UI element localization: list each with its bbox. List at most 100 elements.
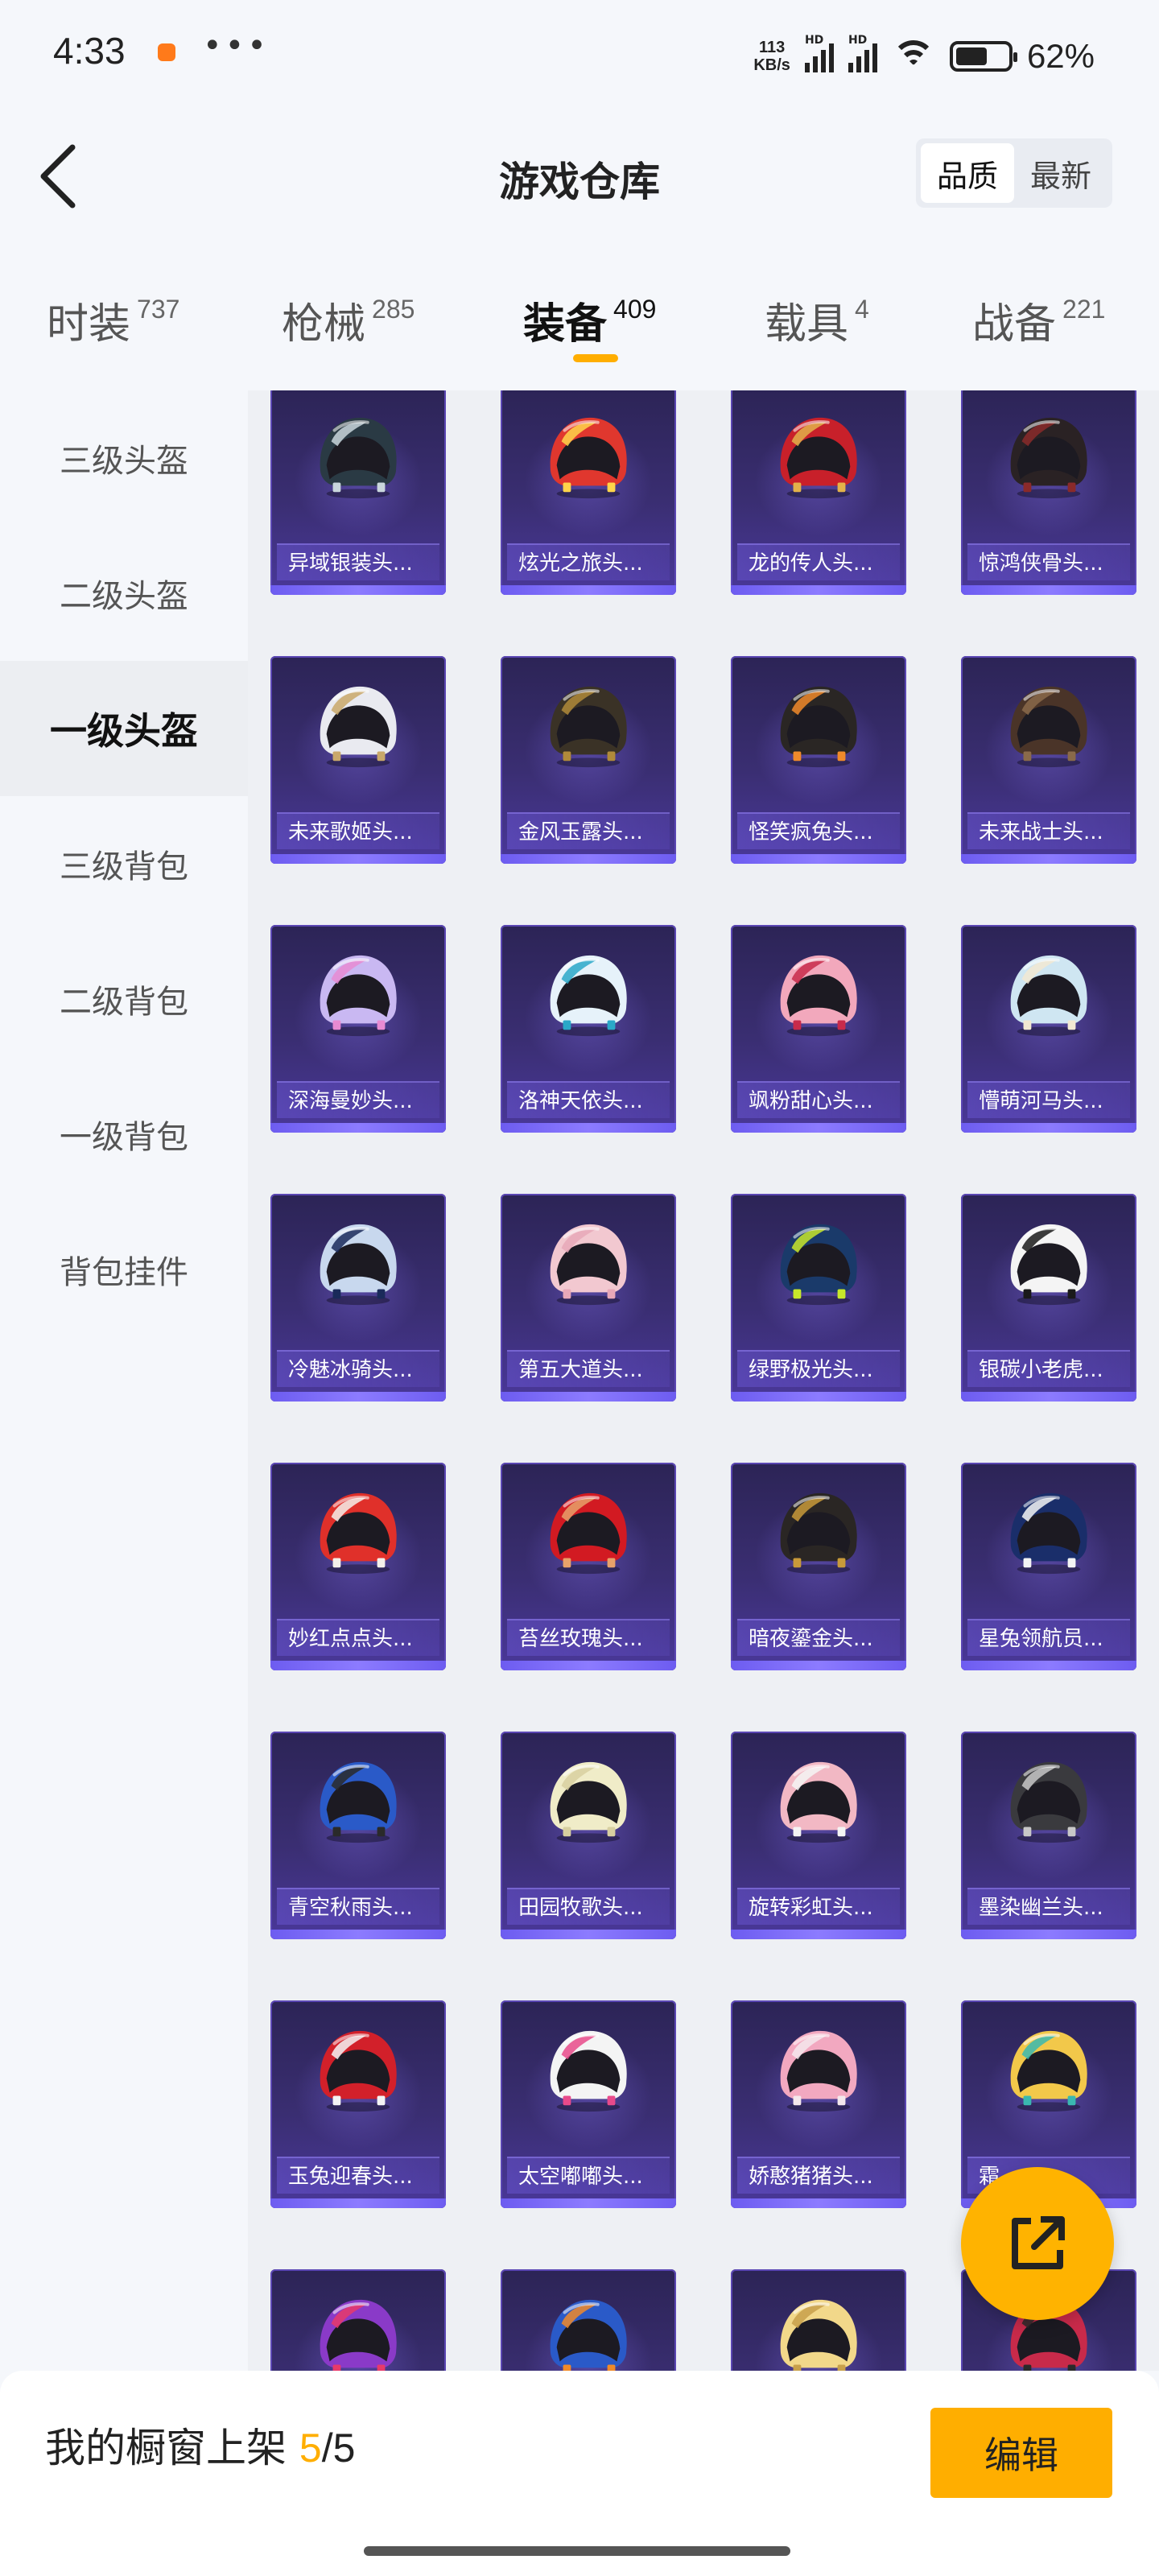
more-notifications-icon: ••• <box>203 27 270 64</box>
helmet-icon <box>780 1492 857 1575</box>
item-card[interactable]: 金风玉露头... <box>501 656 676 864</box>
sidebar-item-level1-backpack[interactable]: 一级背包 <box>0 1067 248 1202</box>
helmet-icon <box>550 2299 627 2371</box>
item-card[interactable]: 娇憨猪猪头... <box>731 2000 906 2208</box>
item-card[interactable]: 未来战士头... <box>961 656 1136 864</box>
tab-fashion[interactable]: 时装 737 <box>47 290 179 350</box>
shelf-separator: / <box>321 2425 333 2471</box>
item-name: 惊鸿侠骨头... <box>967 543 1130 580</box>
item-card[interactable]: 青空秋雨头... <box>270 1732 446 1939</box>
tab-label: 战备 <box>972 300 1057 349</box>
item-name: 冷魅冰骑头... <box>277 1350 439 1387</box>
helmet-icon <box>320 955 397 1037</box>
item-card[interactable]: 飒粉甜心头... <box>731 925 906 1133</box>
item-card[interactable] <box>731 2269 906 2371</box>
sort-by-quality[interactable]: 品质 <box>921 143 1014 203</box>
helmet-icon <box>320 417 397 499</box>
tab-supplies[interactable]: 战备 221 <box>972 290 1105 350</box>
sidebar: 三级头盔 二级头盔 一级头盔 三级背包 二级背包 一级背包 背包挂件 <box>0 390 248 2371</box>
item-card[interactable]: 绿野极光头... <box>731 1194 906 1402</box>
tab-vehicles[interactable]: 载具 4 <box>765 290 869 350</box>
helmet-icon <box>780 955 857 1037</box>
sidebar-item-level1-helmet[interactable]: 一级头盔 <box>0 661 248 796</box>
helmet-icon <box>780 1224 857 1306</box>
sort-toggle: 品质 最新 <box>916 138 1112 208</box>
helmet-icon <box>780 2299 857 2371</box>
shelf-total: 5 <box>332 2425 356 2471</box>
item-name: 金风玉露头... <box>507 812 670 849</box>
tab-equipment[interactable]: 装备 409 <box>523 290 656 350</box>
item-card[interactable]: 炫光之旅头... <box>501 390 676 595</box>
shelf-label: 我的橱窗上架 <box>45 2425 287 2471</box>
shelf-status: 我的橱窗上架 5/5 <box>45 2416 355 2474</box>
item-card[interactable]: 旋转彩虹头... <box>731 1732 906 1939</box>
tab-count: 221 <box>1062 295 1106 324</box>
helmet-icon <box>550 1492 627 1575</box>
item-card[interactable]: 第五大道头... <box>501 1194 676 1402</box>
helmet-icon <box>1010 1224 1087 1306</box>
network-speed: 113 KB/s <box>753 39 790 74</box>
helmet-icon <box>1010 686 1087 768</box>
status-bar: 4:33 ••• 113 KB/s HD HD 62% <box>0 0 1159 105</box>
helmet-icon <box>780 2030 857 2112</box>
sidebar-item-level3-backpack[interactable]: 三级背包 <box>0 796 248 931</box>
sidebar-item-level2-helmet[interactable]: 二级头盔 <box>0 526 248 661</box>
tab-count: 737 <box>137 295 180 324</box>
helmet-icon <box>550 1224 627 1306</box>
item-card[interactable]: 苔丝玫瑰头... <box>501 1463 676 1670</box>
item-card[interactable]: 太空嘟嘟头... <box>501 2000 676 2208</box>
tab-count: 285 <box>372 295 415 324</box>
item-card[interactable]: 墨染幽兰头... <box>961 1732 1136 1939</box>
item-card[interactable]: 怪笑疯兔头... <box>731 656 906 864</box>
helmet-icon <box>780 417 857 499</box>
edit-button[interactable]: 编辑 <box>930 2408 1112 2498</box>
item-card[interactable]: 洛神天依头... <box>501 925 676 1133</box>
sidebar-item-backpack-charm[interactable]: 背包挂件 <box>0 1202 248 1337</box>
sort-by-newest[interactable]: 最新 <box>1014 143 1107 203</box>
item-card[interactable]: 田园牧歌头... <box>501 1732 676 1939</box>
item-name: 异域银装头... <box>277 543 439 580</box>
item-card[interactable]: 懵萌河马头... <box>961 925 1136 1133</box>
item-name: 洛神天依头... <box>507 1081 670 1118</box>
home-indicator[interactable] <box>364 2546 790 2556</box>
item-card[interactable]: 星兔领航员... <box>961 1463 1136 1670</box>
item-name: 银碳小老虎... <box>967 1350 1130 1387</box>
tab-firearms[interactable]: 枪械 285 <box>282 290 415 350</box>
share-icon <box>1012 2216 1065 2269</box>
item-card[interactable]: 暗夜鎏金头... <box>731 1463 906 1670</box>
active-tab-indicator <box>573 354 618 362</box>
item-card[interactable]: 银碳小老虎... <box>961 1194 1136 1402</box>
item-name: 未来战士头... <box>967 812 1130 849</box>
helmet-icon <box>550 1761 627 1843</box>
item-card[interactable]: 玉兔迎春头... <box>270 2000 446 2208</box>
item-card[interactable]: 冷魅冰骑头... <box>270 1194 446 1402</box>
item-name: 第五大道头... <box>507 1350 670 1387</box>
item-card[interactable]: 惊鸿侠骨头... <box>961 390 1136 595</box>
item-card[interactable] <box>501 2269 676 2371</box>
item-card[interactable]: 深海曼妙头... <box>270 925 446 1133</box>
item-card[interactable]: 异域银装头... <box>270 390 446 595</box>
battery-icon <box>949 41 1017 72</box>
signal-1-icon: HD <box>804 34 834 72</box>
item-name: 绿野极光头... <box>737 1350 900 1387</box>
share-button[interactable] <box>961 2167 1114 2320</box>
item-name: 苔丝玫瑰头... <box>507 1619 670 1656</box>
item-name: 田园牧歌头... <box>507 1888 670 1925</box>
helmet-icon <box>550 417 627 499</box>
tab-label: 时装 <box>47 300 131 349</box>
sidebar-item-level3-helmet[interactable]: 三级头盔 <box>0 390 248 526</box>
item-card[interactable]: 妙红点点头... <box>270 1463 446 1670</box>
battery-percent: 62% <box>1026 37 1095 75</box>
tab-count: 409 <box>613 295 657 324</box>
item-card[interactable] <box>270 2269 446 2371</box>
item-name: 炫光之旅头... <box>507 543 670 580</box>
helmet-icon <box>320 1761 397 1843</box>
sidebar-item-level2-backpack[interactable]: 二级背包 <box>0 931 248 1067</box>
item-card[interactable]: 龙的传人头... <box>731 390 906 595</box>
item-card[interactable]: 未来歌姬头... <box>270 656 446 864</box>
item-grid: 异域银装头... 炫光之旅头... 龙的传人头... 惊鸿侠骨头... 未来歌姬头...… <box>248 390 1159 2371</box>
item-name: 青空秋雨头... <box>277 1888 439 1925</box>
helmet-icon <box>1010 1492 1087 1575</box>
helmet-icon <box>320 686 397 768</box>
item-name: 太空嘟嘟头... <box>507 2157 670 2194</box>
